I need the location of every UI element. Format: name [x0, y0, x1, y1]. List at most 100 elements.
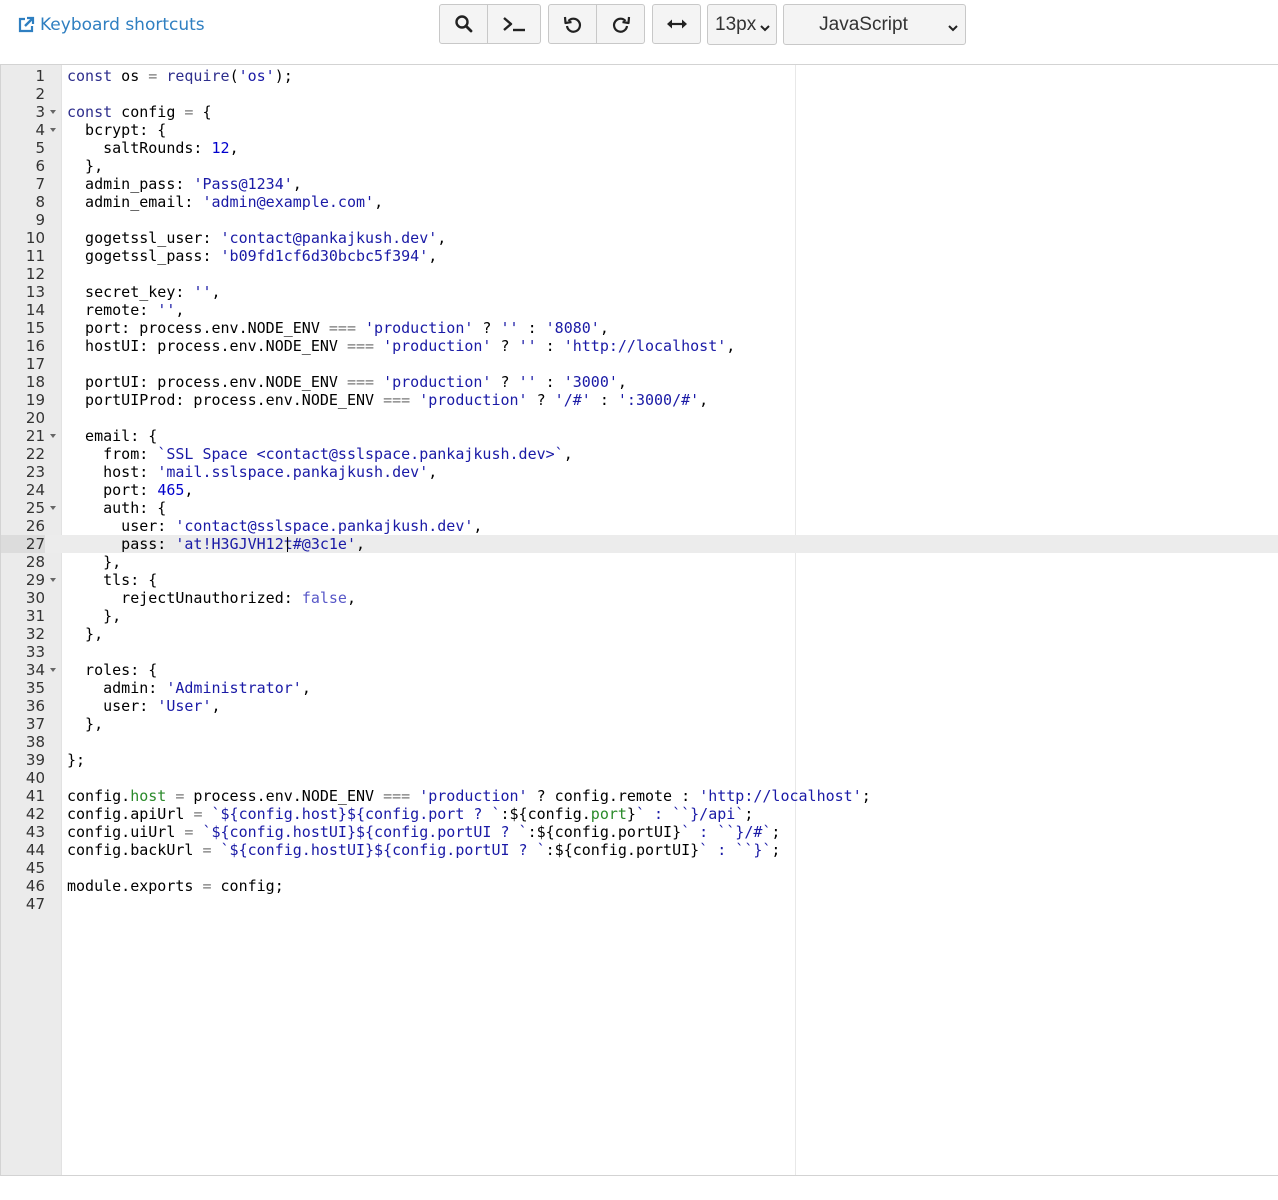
chevron-down-icon: [947, 18, 959, 32]
search-icon: [454, 14, 474, 34]
fold-toggle-icon[interactable]: [50, 128, 56, 132]
line-number: 10: [25, 229, 45, 247]
code-line[interactable]: 43 config.uiUrl = `${config.hostUI}${conf…: [1, 823, 1278, 841]
fold-toggle-icon[interactable]: [50, 110, 56, 114]
code-line[interactable]: 29 tls: {: [1, 571, 1278, 589]
editor-toolbar: Keyboard shortcuts 13px JavaScript: [0, 0, 1278, 64]
font-size-select[interactable]: 13px: [707, 4, 777, 45]
code-line[interactable]: 17: [1, 355, 1278, 373]
line-number: 24: [25, 481, 45, 499]
line-number: 27: [1, 535, 45, 553]
code-text: };: [67, 751, 86, 769]
line-number: 15: [25, 319, 45, 337]
code-text: admin_pass: 'Pass@1234',: [67, 175, 302, 193]
code-line[interactable]: 7 admin_pass: 'Pass@1234',: [1, 175, 1278, 193]
code-text: gogetssl_pass: 'b09fd1cf6d30bcbc5f394',: [67, 247, 438, 265]
code-line[interactable]: 4 bcrypt: {: [1, 121, 1278, 139]
line-number: 30: [25, 589, 45, 607]
code-text: portUIProd: process.env.NODE_ENV === 'pr…: [67, 391, 709, 409]
code-text: const os = require('os');: [67, 67, 293, 85]
code-line[interactable]: 47: [1, 895, 1278, 913]
line-number: 5: [35, 139, 45, 157]
code-line[interactable]: 8 admin_email: 'admin@example.com',: [1, 193, 1278, 211]
language-select[interactable]: JavaScript: [783, 4, 966, 45]
fold-toggle-icon[interactable]: [50, 506, 56, 510]
line-number: 45: [25, 859, 45, 877]
code-line[interactable]: 45: [1, 859, 1278, 877]
code-line[interactable]: 5 saltRounds: 12,: [1, 139, 1278, 157]
line-number: 34: [25, 661, 45, 679]
code-line[interactable]: 9: [1, 211, 1278, 229]
line-number: 37: [25, 715, 45, 733]
code-text: roles: {: [67, 661, 158, 679]
code-line[interactable]: 21 email: {: [1, 427, 1278, 445]
code-text: },: [67, 607, 122, 625]
code-line[interactable]: 39};: [1, 751, 1278, 769]
code-line[interactable]: 2: [1, 85, 1278, 103]
line-number: 7: [35, 175, 45, 193]
code-line[interactable]: 35 admin: 'Administrator',: [1, 679, 1278, 697]
code-line[interactable]: 10 gogetssl_user: 'contact@pankajkush.de…: [1, 229, 1278, 247]
code-line[interactable]: 34 roles: {: [1, 661, 1278, 679]
line-number: 44: [25, 841, 45, 859]
code-line[interactable]: 12: [1, 265, 1278, 283]
line-number: 22: [25, 445, 45, 463]
code-text: bcrypt: {: [67, 121, 167, 139]
line-number: 46: [25, 877, 45, 895]
code-line[interactable]: 6 },: [1, 157, 1278, 175]
code-line[interactable]: 24 port: 465,: [1, 481, 1278, 499]
word-wrap-button[interactable]: [652, 4, 701, 44]
code-line[interactable]: 32 },: [1, 625, 1278, 643]
line-number: 31: [25, 607, 45, 625]
code-line[interactable]: 25 auth: {: [1, 499, 1278, 517]
code-line[interactable]: 18 portUI: process.env.NODE_ENV === 'pro…: [1, 373, 1278, 391]
code-line[interactable]: 15 port: process.env.NODE_ENV === 'produ…: [1, 319, 1278, 337]
search-button[interactable]: [439, 4, 488, 44]
code-line[interactable]: 19 portUIProd: process.env.NODE_ENV === …: [1, 391, 1278, 409]
code-line[interactable]: 23 host: 'mail.sslspace.pankajkush.dev',: [1, 463, 1278, 481]
fold-toggle-icon[interactable]: [50, 578, 56, 582]
code-line[interactable]: 11 gogetssl_pass: 'b09fd1cf6d30bcbc5f394…: [1, 247, 1278, 265]
line-number: 40: [25, 769, 45, 787]
undo-button[interactable]: [548, 4, 597, 44]
code-text: secret_key: '',: [67, 283, 221, 301]
code-line[interactable]: 20: [1, 409, 1278, 427]
code-line[interactable]: 27 pass: 'at!H3GJVH12t#@3c1e',: [1, 535, 1278, 553]
code-line[interactable]: 44 config.backUrl = `${config.hostUI}${co…: [1, 841, 1278, 859]
external-link-icon: [17, 16, 35, 34]
code-text: saltRounds: 12,: [67, 139, 239, 157]
line-number: 9: [35, 211, 45, 229]
line-number: 2: [35, 85, 45, 103]
font-size-value: 13px: [715, 13, 757, 35]
code-line[interactable]: 31 },: [1, 607, 1278, 625]
code-line[interactable]: 16 hostUI: process.env.NODE_ENV === 'pro…: [1, 337, 1278, 355]
keyboard-shortcuts-link[interactable]: Keyboard shortcuts: [17, 13, 205, 37]
code-line[interactable]: 41 config.host = process.env.NODE_ENV ===…: [1, 787, 1278, 805]
code-line[interactable]: 33: [1, 643, 1278, 661]
code-line[interactable]: 1 const os = require('os');: [1, 67, 1278, 85]
code-text: },: [67, 715, 104, 733]
code-text: port: 465,: [67, 481, 194, 499]
code-line[interactable]: 22 from: `SSL Space <contact@sslspace.pa…: [1, 445, 1278, 463]
fold-toggle-icon[interactable]: [50, 668, 56, 672]
code-editor[interactable]: 1 const os = require('os'); 2 3 const config…: [0, 64, 1278, 1176]
code-line[interactable]: 14 remote: '',: [1, 301, 1278, 319]
code-line[interactable]: 38: [1, 733, 1278, 751]
terminal-icon: [501, 14, 527, 34]
text-cursor: [287, 537, 288, 552]
code-line[interactable]: 37 },: [1, 715, 1278, 733]
code-line[interactable]: 42 config.apiUrl = `${config.host}${confi…: [1, 805, 1278, 823]
code-line[interactable]: 13 secret_key: '',: [1, 283, 1278, 301]
code-line[interactable]: 46 module.exports = config;: [1, 877, 1278, 895]
code-line[interactable]: 26 user: 'contact@sslspace.pankajkush.de…: [1, 517, 1278, 535]
fold-toggle-icon[interactable]: [50, 434, 56, 438]
code-line[interactable]: 40: [1, 769, 1278, 787]
code-line[interactable]: 28 },: [1, 553, 1278, 571]
redo-button[interactable]: [596, 4, 645, 44]
code-text: user: 'User',: [67, 697, 221, 715]
code-line[interactable]: 30 rejectUnauthorized: false,: [1, 589, 1278, 607]
terminal-button[interactable]: [487, 4, 541, 44]
line-number: 35: [25, 679, 45, 697]
code-line[interactable]: 3 const config = {: [1, 103, 1278, 121]
code-line[interactable]: 36 user: 'User',: [1, 697, 1278, 715]
